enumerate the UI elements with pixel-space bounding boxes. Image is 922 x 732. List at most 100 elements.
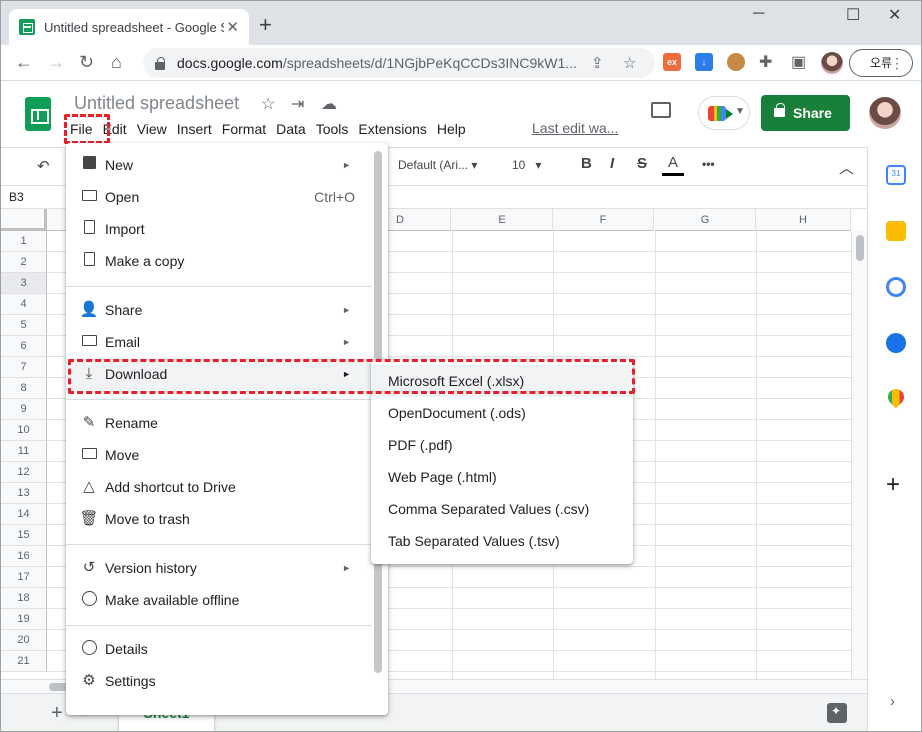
row-header[interactable]: 11 bbox=[1, 441, 47, 462]
browser-profile-avatar[interactable] bbox=[821, 52, 843, 74]
add-on-plus-icon[interactable]: + bbox=[886, 473, 900, 497]
new-tab-button[interactable]: + bbox=[259, 14, 272, 36]
column-header[interactable]: H bbox=[756, 209, 851, 231]
file-menu-item-move[interactable]: Move bbox=[66, 439, 376, 471]
file-menu-item-version-history[interactable]: ↺ Version history ► bbox=[66, 552, 376, 584]
menu-tools[interactable]: Tools bbox=[311, 119, 354, 141]
meet-button[interactable]: ▼ bbox=[698, 96, 750, 130]
row-header[interactable]: 15 bbox=[1, 525, 47, 546]
account-avatar[interactable] bbox=[869, 97, 901, 129]
file-menu-item-settings[interactable]: ⚙ Settings bbox=[66, 665, 376, 697]
reload-icon[interactable]: ↻ bbox=[79, 52, 94, 72]
row-header[interactable]: 9 bbox=[1, 399, 47, 420]
add-sheet-button[interactable]: + bbox=[51, 702, 63, 725]
row-header[interactable]: 20 bbox=[1, 630, 47, 651]
row-header[interactable]: 17 bbox=[1, 567, 47, 588]
back-arrow-icon[interactable]: ← bbox=[15, 52, 33, 72]
menu-help[interactable]: Help bbox=[432, 119, 471, 141]
sheets-logo-icon[interactable] bbox=[25, 97, 51, 131]
row-header[interactable]: 6 bbox=[1, 336, 47, 357]
menu-data[interactable]: Data bbox=[271, 119, 311, 141]
last-edit-link[interactable]: Last edit wa... bbox=[532, 120, 618, 136]
minimize-button[interactable]: ─ bbox=[753, 5, 764, 23]
font-family-select[interactable]: Default (Ari... ▾ bbox=[398, 158, 477, 172]
file-menu-item-make-a-copy[interactable]: Make a copy bbox=[66, 245, 376, 277]
menu-format[interactable]: Format bbox=[217, 119, 271, 141]
row-header[interactable]: 2 bbox=[1, 252, 47, 273]
column-header[interactable]: F bbox=[553, 209, 654, 231]
document-title[interactable]: Untitled spreadsheet bbox=[74, 93, 239, 114]
menu-extensions[interactable]: Extensions bbox=[353, 119, 431, 141]
close-window-button[interactable]: ✕ bbox=[888, 5, 901, 25]
font-size-select[interactable]: 10 ▾ bbox=[512, 158, 541, 172]
file-menu-item-email[interactable]: Email ► bbox=[66, 326, 376, 358]
star-icon[interactable]: ☆ bbox=[261, 94, 275, 114]
more-options-icon[interactable]: ••• bbox=[702, 157, 715, 171]
file-menu-item-new[interactable]: New ► bbox=[66, 149, 376, 181]
maximize-button[interactable]: ☐ bbox=[846, 5, 860, 25]
row-header[interactable]: 19 bbox=[1, 609, 47, 630]
chevron-right-icon[interactable]: › bbox=[890, 693, 895, 710]
row-header[interactable]: 10 bbox=[1, 420, 47, 441]
row-header[interactable]: 1 bbox=[1, 231, 47, 252]
comment-history-icon[interactable] bbox=[651, 102, 671, 118]
tab-close-icon[interactable]: ✕ bbox=[226, 18, 239, 36]
bold-button[interactable]: B bbox=[581, 155, 592, 172]
text-color-button[interactable]: A bbox=[662, 154, 684, 176]
download-option-opendocument-ods[interactable]: OpenDocument (.ods) bbox=[371, 397, 633, 429]
calendar-icon[interactable]: 31 bbox=[886, 165, 906, 185]
move-folder-icon[interactable]: ⇥ bbox=[291, 94, 304, 114]
menu-view[interactable]: View bbox=[132, 119, 172, 141]
row-header[interactable]: 8 bbox=[1, 378, 47, 399]
row-header[interactable]: 3 bbox=[1, 273, 47, 294]
file-menu-item-rename[interactable]: ✎ Rename bbox=[66, 407, 376, 439]
download-option-tab-separated-values-tsv[interactable]: Tab Separated Values (.tsv) bbox=[371, 525, 633, 557]
download-option-comma-separated-values-csv[interactable]: Comma Separated Values (.csv) bbox=[371, 493, 633, 525]
browser-tab[interactable]: Untitled spreadsheet - Google S ✕ bbox=[9, 9, 249, 45]
bookmark-star-icon[interactable]: ☆ bbox=[623, 54, 636, 72]
download-option-web-page-html[interactable]: Web Page (.html) bbox=[371, 461, 633, 493]
row-header[interactable]: 5 bbox=[1, 315, 47, 336]
forward-arrow-icon[interactable]: → bbox=[47, 52, 65, 72]
italic-button[interactable]: I bbox=[610, 155, 614, 172]
explore-icon[interactable] bbox=[827, 703, 847, 723]
strikethrough-button[interactable]: S bbox=[637, 155, 647, 172]
row-header[interactable]: 13 bbox=[1, 483, 47, 504]
tasks-icon[interactable] bbox=[886, 277, 906, 297]
file-menu-item-details[interactable]: Details bbox=[66, 633, 376, 665]
collapse-toolbar-icon[interactable]: ︿ bbox=[839, 157, 854, 178]
side-panel-icon[interactable]: ▣ bbox=[791, 53, 806, 73]
vertical-scrollbar[interactable] bbox=[851, 231, 867, 679]
row-header[interactable]: 18 bbox=[1, 588, 47, 609]
row-header[interactable]: 14 bbox=[1, 504, 47, 525]
keep-icon[interactable] bbox=[886, 221, 906, 241]
row-header[interactable]: 4 bbox=[1, 294, 47, 315]
menu-insert[interactable]: Insert bbox=[172, 119, 217, 141]
address-bar[interactable]: docs.google.com/spreadsheets/d/1NGjbPeKq… bbox=[143, 48, 655, 78]
row-header[interactable]: 21 bbox=[1, 651, 47, 672]
row-header[interactable]: 7 bbox=[1, 357, 47, 378]
download-option-pdf-pdf[interactable]: PDF (.pdf) bbox=[371, 429, 633, 461]
cloud-status-icon[interactable]: ☁ bbox=[321, 94, 337, 114]
file-menu-item-add-shortcut-to-drive[interactable]: △ Add shortcut to Drive bbox=[66, 471, 376, 503]
row-header[interactable]: 16 bbox=[1, 546, 47, 567]
download-extension-icon[interactable]: ↓ bbox=[695, 53, 713, 71]
file-menu-item-move-to-trash[interactable]: 🗑 Move to trash bbox=[66, 503, 376, 535]
cookie-extension-icon[interactable] bbox=[727, 53, 745, 71]
maps-icon[interactable] bbox=[884, 385, 908, 409]
share-button[interactable]: Share bbox=[761, 95, 850, 131]
share-page-icon[interactable]: ⇪ bbox=[591, 54, 604, 72]
file-menu-item-import[interactable]: Import bbox=[66, 213, 376, 245]
file-menu-item-make-available-offline[interactable]: Make available offline bbox=[66, 584, 376, 616]
file-menu-item-open[interactable]: Open Ctrl+O bbox=[66, 181, 376, 213]
select-all-corner[interactable] bbox=[1, 209, 47, 231]
home-icon[interactable]: ⌂ bbox=[111, 52, 122, 72]
column-header[interactable]: E bbox=[452, 209, 553, 231]
extensions-puzzle-icon[interactable]: ✚ bbox=[759, 53, 772, 73]
row-header[interactable]: 12 bbox=[1, 462, 47, 483]
undo-icon[interactable]: ↶ bbox=[37, 157, 50, 175]
extension-ex-icon[interactable]: ex bbox=[663, 53, 681, 71]
file-menu-item-share[interactable]: 👤 Share ► bbox=[66, 294, 376, 326]
column-header[interactable]: G bbox=[655, 209, 756, 231]
contacts-icon[interactable] bbox=[886, 333, 906, 353]
